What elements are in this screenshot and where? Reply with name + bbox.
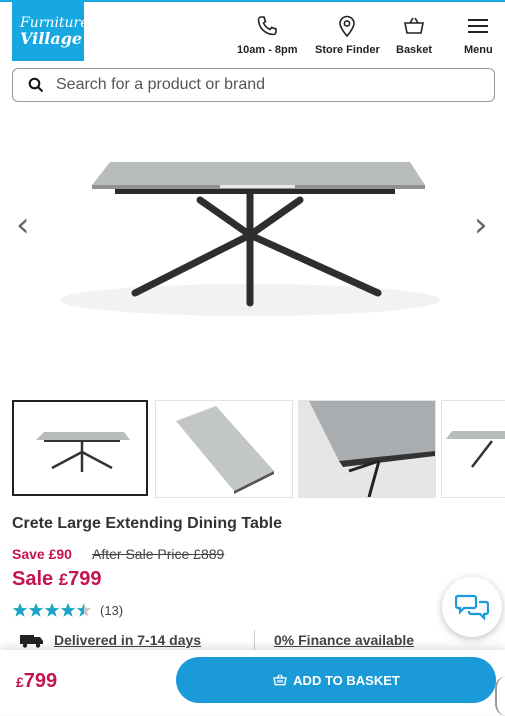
gallery-prev-arrow[interactable]: ‹ bbox=[16, 205, 30, 245]
phone-icon bbox=[257, 16, 278, 36]
finance-link[interactable]: 0% Finance available bbox=[274, 632, 414, 648]
review-count[interactable]: (13) bbox=[100, 603, 123, 618]
star-icon bbox=[44, 603, 60, 617]
search-bar[interactable] bbox=[12, 68, 495, 102]
product-title: Crete Large Extending Dining Table bbox=[12, 515, 282, 532]
thumbnail-2[interactable] bbox=[155, 400, 293, 498]
save-amount: Save £90 bbox=[12, 546, 72, 562]
thumbnail-1[interactable] bbox=[12, 400, 148, 496]
star-icon bbox=[28, 603, 44, 617]
thumbnail-4[interactable] bbox=[441, 400, 505, 498]
rating-stars[interactable]: (13) bbox=[12, 602, 123, 618]
star-icon bbox=[12, 603, 28, 617]
bottom-price-amount: 799 bbox=[23, 670, 58, 692]
sale-price: Sale £799 bbox=[12, 568, 102, 591]
menu-label: Menu bbox=[464, 44, 493, 56]
chat-bubbles-icon bbox=[455, 594, 489, 621]
store-finder-link[interactable]: Store Finder bbox=[315, 14, 380, 56]
basket-icon bbox=[404, 17, 425, 34]
search-input[interactable] bbox=[54, 75, 458, 95]
chat-button[interactable] bbox=[442, 577, 502, 637]
sale-label: Sale bbox=[12, 568, 59, 590]
opening-hours-link[interactable]: 10am - 8pm bbox=[237, 14, 298, 56]
star-icon bbox=[76, 603, 92, 617]
add-to-basket-label: ADD TO BASKET bbox=[293, 672, 400, 688]
star-icon bbox=[60, 603, 76, 617]
info-divider bbox=[254, 630, 255, 652]
thumbnail-4-image bbox=[446, 431, 505, 468]
thumbnail-strip bbox=[12, 400, 505, 498]
gallery-next-arrow[interactable]: › bbox=[474, 205, 488, 245]
hamburger-menu-icon bbox=[468, 19, 489, 33]
thumbnail-2-image bbox=[176, 406, 274, 494]
thumbnail-1-image bbox=[36, 432, 130, 472]
thumbnail-3-image bbox=[299, 401, 435, 497]
after-sale-price: After Sale Price £889 bbox=[92, 546, 225, 562]
bottom-price: £799 bbox=[16, 670, 57, 693]
logo-line-2: Village bbox=[20, 29, 83, 48]
sale-amount: 799 bbox=[68, 568, 102, 590]
product-main-image bbox=[60, 162, 440, 316]
basket-link[interactable]: Basket bbox=[396, 14, 432, 56]
opening-hours-label: 10am - 8pm bbox=[237, 44, 298, 56]
bottom-price-currency: £ bbox=[16, 674, 24, 690]
star-row bbox=[12, 602, 92, 618]
search-icon bbox=[28, 77, 44, 93]
basket-icon bbox=[273, 674, 287, 686]
sale-currency: £ bbox=[58, 570, 69, 589]
delivery-truck-icon bbox=[20, 635, 43, 648]
menu-button[interactable]: Menu bbox=[464, 14, 493, 56]
store-finder-label: Store Finder bbox=[315, 44, 380, 56]
thumbnail-3[interactable] bbox=[298, 400, 436, 498]
delivery-info[interactable]: Delivered in 7-14 days bbox=[20, 632, 201, 648]
sticky-add-to-basket-bar: £799 ADD TO BASKET bbox=[0, 650, 505, 715]
delivery-label: Delivered in 7-14 days bbox=[54, 632, 202, 648]
furniture-village-logo[interactable]: Furniture Village bbox=[12, 1, 89, 61]
scroll-edge-handle[interactable] bbox=[495, 676, 505, 716]
add-to-basket-button[interactable]: ADD TO BASKET bbox=[176, 657, 496, 703]
location-pin-icon bbox=[339, 15, 356, 38]
basket-label: Basket bbox=[396, 44, 433, 56]
